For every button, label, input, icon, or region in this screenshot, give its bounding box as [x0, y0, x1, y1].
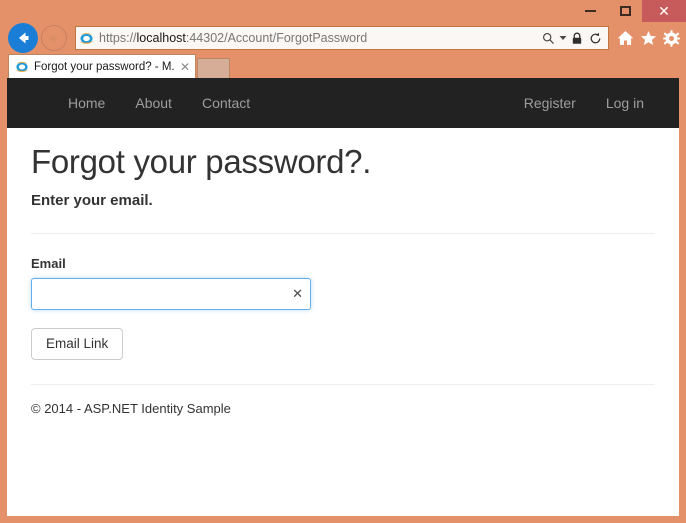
window-maximize-button[interactable] — [608, 0, 642, 22]
nav-item-home[interactable]: Home — [53, 78, 120, 128]
email-field-group: ✕ — [31, 278, 311, 311]
clear-input-icon[interactable]: ✕ — [292, 278, 303, 310]
tab-close-icon[interactable]: ✕ — [179, 60, 191, 74]
tab-strip: Forgot your password? - M... ✕ — [0, 54, 686, 78]
browser-toolbar: https://localhost:44302/Account/ForgotPa… — [0, 22, 686, 54]
page-viewport: Home About Contact Register Log in Forgo — [7, 78, 679, 516]
chevron-down-icon[interactable] — [557, 35, 568, 41]
browser-icon-group — [617, 29, 680, 47]
page-subtitle: Enter your email. — [31, 192, 153, 210]
back-arrow-icon — [19, 32, 29, 44]
back-button[interactable] — [8, 23, 38, 53]
nav-item-about[interactable]: About — [120, 78, 187, 128]
forward-button[interactable] — [41, 25, 67, 51]
forgot-password-form: Email ✕ Email Link — [31, 256, 655, 361]
tab-forgot-password[interactable]: Forgot your password? - M... ✕ — [8, 54, 196, 78]
nav-link-register[interactable]: Register — [509, 78, 591, 128]
home-icon[interactable] — [617, 30, 634, 46]
maximize-icon — [619, 6, 631, 16]
tab-favicon-icon — [15, 60, 29, 74]
content-divider — [31, 233, 655, 235]
page-title: Forgot your password?. — [31, 143, 372, 180]
email-input[interactable] — [31, 278, 311, 311]
settings-gear-icon[interactable] — [663, 29, 680, 47]
title-bar: ✕ — [0, 0, 686, 22]
nav-item-contact[interactable]: Contact — [187, 78, 265, 128]
email-link-button[interactable]: Email Link — [31, 328, 124, 361]
lock-icon — [568, 32, 586, 45]
email-label: Email — [31, 256, 66, 272]
window-minimize-button[interactable] — [572, 0, 608, 22]
url-text: https://localhost:44302/Account/ForgotPa… — [99, 31, 368, 45]
nav-link-about[interactable]: About — [120, 78, 187, 128]
nav-link-login[interactable]: Log in — [591, 78, 659, 128]
close-icon: ✕ — [658, 3, 670, 19]
minimize-icon — [584, 10, 596, 12]
page-content: Forgot your password?. Enter your email.… — [7, 143, 679, 417]
account-nav: Register Log in — [509, 78, 659, 128]
footer-text: © 2014 - ASP.NET Identity Sample — [31, 401, 231, 417]
tab-title: Forgot your password? - M... — [34, 60, 174, 73]
window-close-button[interactable]: ✕ — [642, 0, 686, 22]
internet-explorer-icon — [79, 31, 94, 46]
primary-nav: Home About Contact — [53, 78, 265, 128]
new-tab-button[interactable] — [197, 58, 230, 78]
favorites-star-icon[interactable] — [640, 30, 657, 46]
footer-divider — [31, 384, 655, 386]
forward-arrow-icon — [49, 33, 58, 43]
nav-link-contact[interactable]: Contact — [187, 78, 265, 128]
refresh-icon[interactable] — [586, 32, 604, 45]
site-navbar: Home About Contact Register Log in — [7, 78, 679, 128]
nav-link-home[interactable]: Home — [53, 78, 120, 128]
search-icon[interactable] — [539, 32, 557, 45]
address-bar[interactable]: https://localhost:44302/Account/ForgotPa… — [75, 26, 609, 50]
nav-item-register[interactable]: Register — [509, 78, 591, 128]
nav-item-login[interactable]: Log in — [591, 78, 659, 128]
browser-window: ✕ https://localhost:44302/Account/Forgot… — [0, 0, 686, 523]
